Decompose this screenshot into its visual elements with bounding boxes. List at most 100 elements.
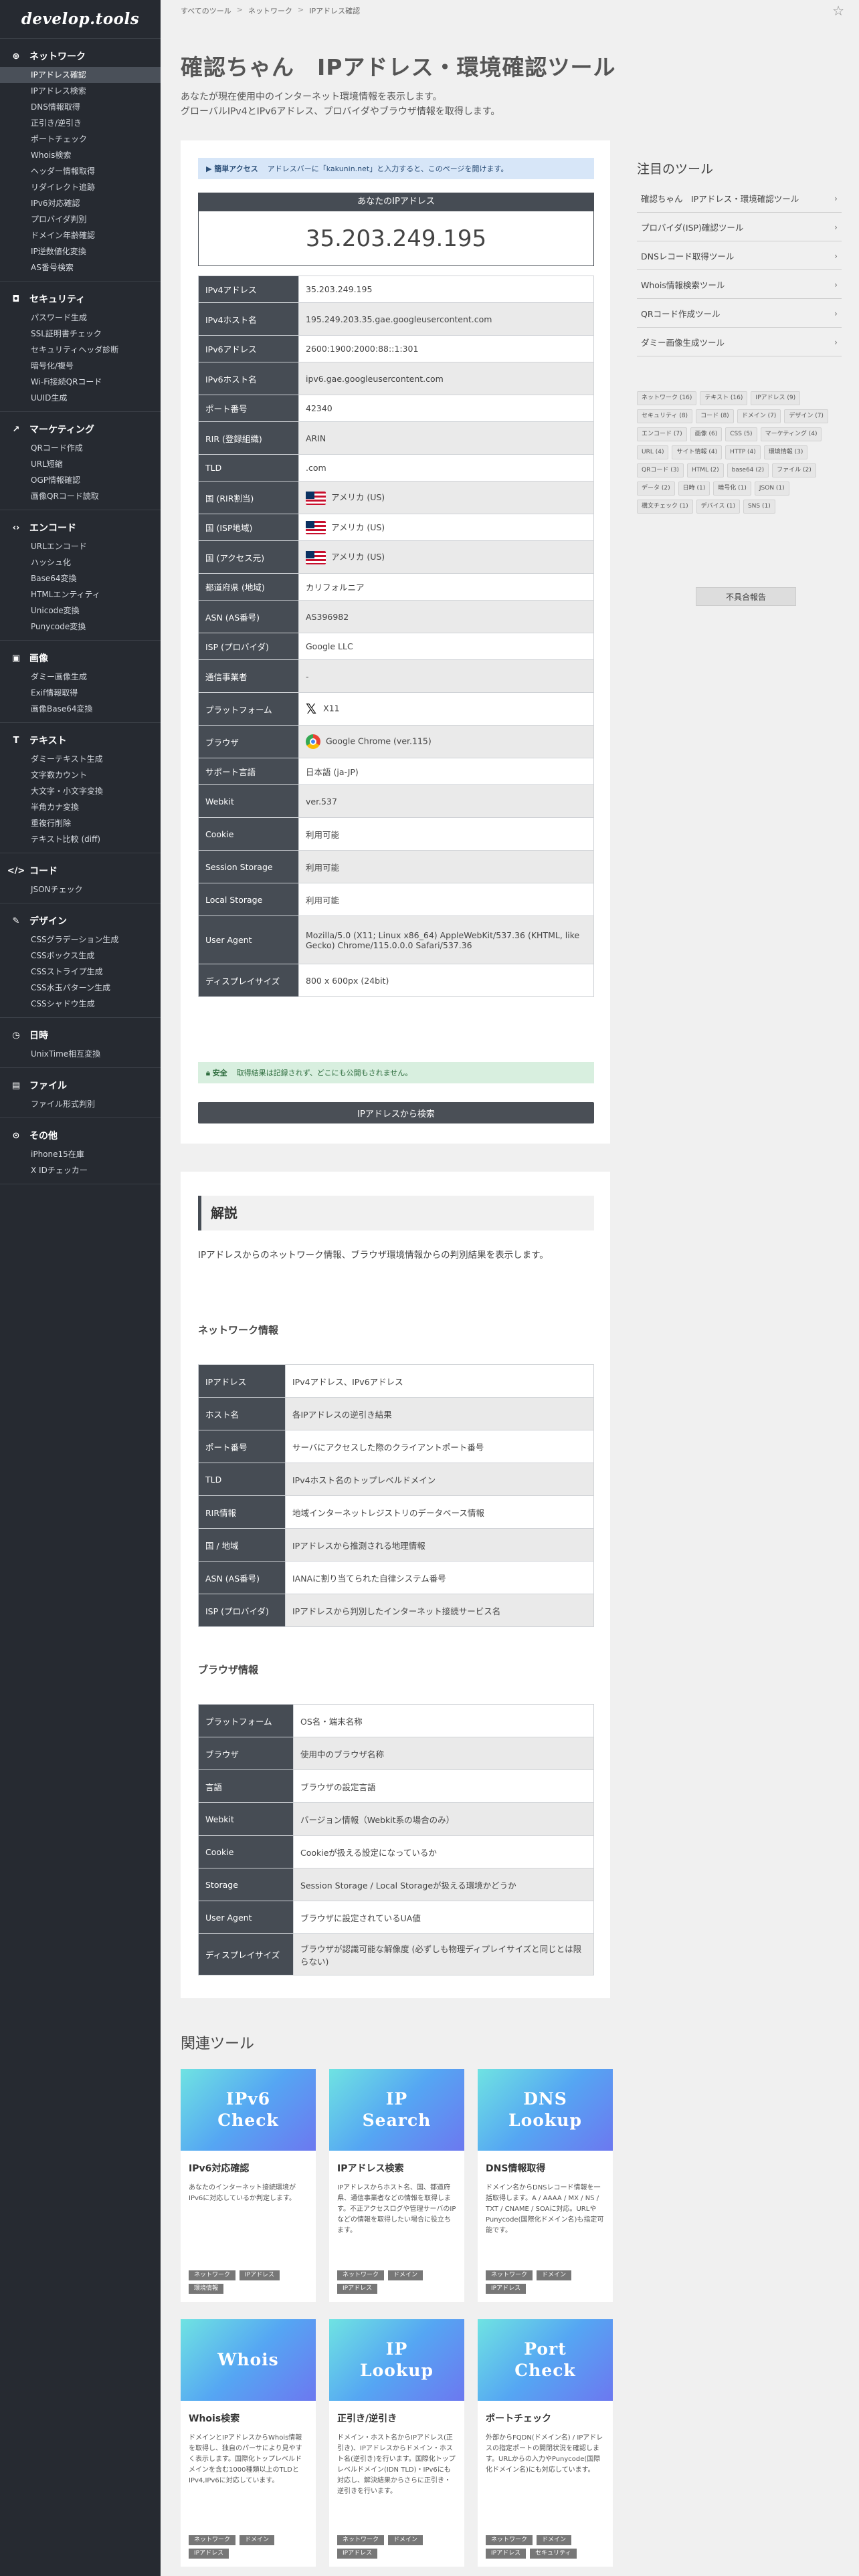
tool-tag[interactable]: ドメイン [537,2270,572,2280]
ip-address-display[interactable]: 35.203.249.195 [198,211,594,266]
tag-link[interactable]: セキュリティ (8) [637,409,693,423]
sidebar-item[interactable]: X IDチェッカー [0,1162,161,1178]
sidebar-item[interactable]: パスワード生成 [0,310,161,326]
sidebar-item[interactable]: SSL証明書チェック [0,326,161,342]
sidebar-item[interactable]: リダイレクト追跡 [0,179,161,195]
sidebar-item[interactable]: JSONチェック [0,881,161,897]
sidebar-item[interactable]: 正引き/逆引き [0,115,161,131]
site-logo[interactable]: develop.tools [0,0,161,39]
tool-tag[interactable]: IPアドレス [189,2549,229,2559]
tool-tag[interactable]: IPアドレス [337,2549,378,2559]
sidebar-item[interactable]: セキュリティヘッダ診断 [0,342,161,358]
tool-tag[interactable]: ネットワーク [337,2535,385,2545]
sidebar-item[interactable]: UnixTime相互変換 [0,1046,161,1062]
sidebar-item[interactable]: 文字数カウント [0,767,161,783]
tag-link[interactable]: base64 (2) [727,463,769,477]
sidebar-item[interactable]: 画像Base64変換 [0,701,161,717]
sidebar-item[interactable]: IPv6対応確認 [0,195,161,211]
sidebar-item[interactable]: DNS情報取得 [0,99,161,115]
tag-link[interactable]: SNS (1) [743,500,775,514]
sidebar-item[interactable]: Unicode変換 [0,603,161,619]
sidebar-item[interactable]: Punycode変換 [0,619,161,635]
tool-tag[interactable]: IPアドレス [337,2284,378,2294]
tag-link[interactable]: ドメイン (7) [737,409,781,423]
sidebar-item[interactable]: HTMLエンティティ [0,586,161,603]
featured-tool-link[interactable]: プロバイダ(ISP)確認ツール › [637,213,842,241]
tag-link[interactable]: デバイス (1) [696,500,740,514]
tag-link[interactable]: サイト情報 (4) [672,445,723,459]
sidebar-item[interactable]: URL短縮 [0,456,161,472]
tool-tag[interactable]: ドメイン [388,2270,423,2280]
sidebar-item[interactable]: Base64変換 [0,570,161,586]
sidebar-item[interactable]: プロバイダ判別 [0,211,161,227]
sidebar-item[interactable]: OGP情報確認 [0,472,161,488]
tool-tag[interactable]: IPアドレス [486,2284,527,2294]
tag-link[interactable]: 画像 (6) [690,427,723,441]
featured-tool-link[interactable]: Whois情報検索ツール › [637,270,842,299]
tool-tag[interactable]: ドメイン [388,2535,423,2545]
tool-tag[interactable]: IPアドレス [486,2549,527,2559]
tag-link[interactable]: ネットワーク (16) [637,391,697,405]
sidebar-item[interactable]: ファイル形式判別 [0,1096,161,1112]
tag-link[interactable]: HTML (2) [686,463,724,477]
tag-link[interactable]: CSS (5) [725,427,757,441]
sidebar-item[interactable]: Wi-Fi接続QRコード [0,374,161,390]
sidebar-item[interactable]: テキスト比較 (diff) [0,831,161,847]
tag-link[interactable]: HTTP (4) [725,445,761,459]
sidebar-item[interactable]: CSSシャドウ生成 [0,996,161,1012]
sidebar-item[interactable]: ヘッダー情報取得 [0,163,161,179]
breadcrumb-item[interactable]: すべてのツール [181,5,231,16]
sidebar-item[interactable]: iPhone15在庫 [0,1146,161,1162]
sidebar-item[interactable]: ハッシュ化 [0,554,161,570]
sidebar-item[interactable]: IPアドレス検索 [0,83,161,99]
featured-tool-link[interactable]: 確認ちゃん IPアドレス・環境確認ツール › [637,184,842,213]
sidebar-item[interactable]: CSS水玉パターン生成 [0,980,161,996]
tool-tag[interactable]: ドメイン [240,2535,275,2545]
tool-tag[interactable]: セキュリティ [530,2549,577,2559]
related-tool-card[interactable]: IP Lookup 正引き/逆引き ドメイン・ホスト名からIPアドレス(正引き)、I… [329,2319,464,2567]
sidebar-item[interactable]: UUID生成 [0,390,161,406]
sidebar-item[interactable]: 画像QRコード読取 [0,488,161,504]
tool-tag[interactable]: ネットワーク [486,2535,533,2545]
tag-link[interactable]: デザイン (7) [784,409,828,423]
tag-link[interactable]: データ (2) [637,481,675,496]
sidebar-item[interactable]: 半角カナ変換 [0,799,161,815]
tool-tag[interactable]: ドメイン [537,2535,572,2545]
related-tool-card[interactable]: IP Search IPアドレス検索 IPアドレスからホスト名、国、都道府県、通信事… [329,2069,464,2302]
sidebar-item[interactable]: Exif情報取得 [0,685,161,701]
tag-link[interactable]: コード (8) [696,409,734,423]
lookup-ip-button[interactable]: IPアドレスから検索 [198,1102,594,1123]
tool-tag[interactable]: 環境情報 [189,2284,224,2294]
sidebar-item[interactable]: CSSストライプ生成 [0,964,161,980]
tag-link[interactable]: 構文チェック (1) [637,500,693,514]
sidebar-item[interactable]: URLエンコード [0,538,161,554]
bug-report-button[interactable]: 不具合報告 [696,587,796,606]
sidebar-item[interactable]: QRコード作成 [0,440,161,456]
sidebar-item[interactable]: ダミーテキスト生成 [0,751,161,767]
related-tool-card[interactable]: DNS Lookup DNS情報取得 ドメイン名からDNSレコード情報を一括取得しま… [478,2069,613,2302]
tag-link[interactable]: マーケティング (4) [760,427,822,441]
tag-link[interactable]: 暗号化 (1) [713,481,751,496]
sidebar-item[interactable]: 大文字・小文字変換 [0,783,161,799]
sidebar-item[interactable]: ポートチェック [0,131,161,147]
sidebar-item[interactable]: 暗号化/複号 [0,358,161,374]
tag-link[interactable]: エンコード (7) [637,427,687,441]
tag-link[interactable]: URL (4) [637,445,669,459]
sidebar-item[interactable]: CSSボックス生成 [0,948,161,964]
breadcrumb-item[interactable]: IPアドレス確認 [309,5,360,16]
tag-link[interactable]: 日時 (1) [678,481,710,496]
featured-tool-link[interactable]: DNSレコード取得ツール › [637,241,842,270]
tool-tag[interactable]: ネットワーク [189,2270,236,2280]
tag-link[interactable]: QRコード (3) [637,463,684,477]
featured-tool-link[interactable]: QRコード作成ツール › [637,299,842,328]
related-tool-card[interactable]: Port Check ポートチェック 外部からFQDN(ドメイン名) / IPアドレ… [478,2319,613,2567]
tag-link[interactable]: JSON (1) [754,481,789,496]
sidebar-item[interactable]: IPアドレス確認 [0,67,161,83]
tool-tag[interactable]: IPアドレス [240,2270,280,2280]
tag-link[interactable]: 環境情報 (3) [763,445,808,459]
tag-link[interactable]: IPアドレス (9) [751,391,801,405]
tool-tag[interactable]: ネットワーク [337,2270,385,2280]
sidebar-item[interactable]: Whois検索 [0,147,161,163]
sidebar-item[interactable]: IP逆数値化変換 [0,243,161,259]
sidebar-item[interactable]: ドメイン年齢確認 [0,227,161,243]
